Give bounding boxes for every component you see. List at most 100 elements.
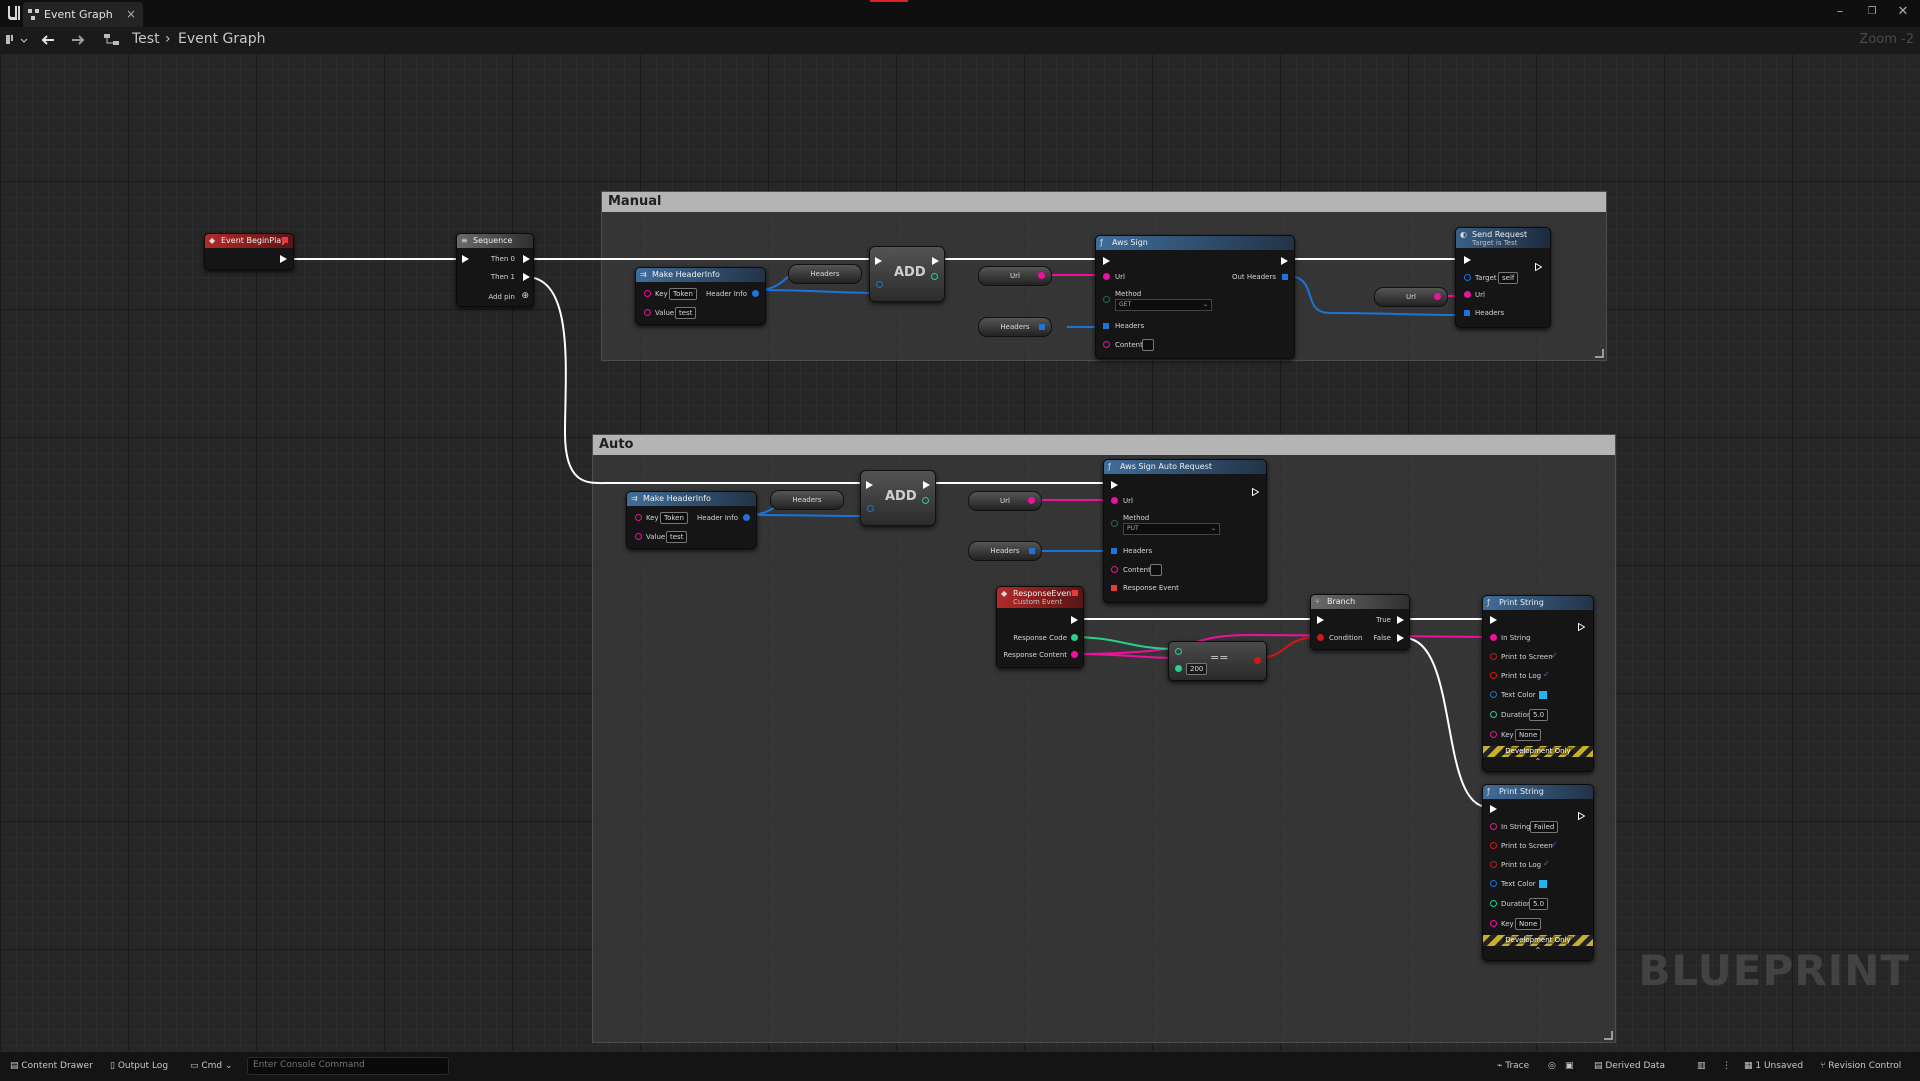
method-select[interactable]: PUT ⌄ <box>1123 523 1220 535</box>
array-input-pin[interactable] <box>867 505 874 512</box>
aws-sign-node[interactable]: ƒ Aws Sign Url Out Headers Method GET ⌄ He… <box>1095 235 1295 359</box>
url-variable-node[interactable]: Url <box>978 266 1052 286</box>
content-pin[interactable] <box>1103 341 1110 348</box>
collapse-caret-icon[interactable]: ⌃ <box>1483 757 1593 766</box>
camera-icon[interactable]: ▣ <box>1565 1061 1574 1071</box>
text-color-pin[interactable] <box>1490 880 1497 887</box>
exec-input-pin[interactable] <box>1490 805 1497 813</box>
exec-input-pin[interactable] <box>1103 257 1110 265</box>
url-pin[interactable] <box>1103 273 1110 280</box>
record-icon[interactable]: ◎ <box>1548 1061 1556 1071</box>
value-input[interactable]: test <box>675 307 697 319</box>
output-log-button[interactable]: ▯ Output Log <box>110 1061 168 1071</box>
url-variable-node[interactable]: Url <box>968 491 1042 511</box>
checkbox-checked-icon[interactable]: ✓ <box>1543 670 1550 679</box>
response-code-pin[interactable] <box>1071 634 1078 641</box>
exec-output-pin[interactable] <box>280 255 287 263</box>
key-pin[interactable] <box>1490 731 1497 738</box>
collapse-caret-icon[interactable]: ⌃ <box>1483 946 1593 955</box>
exec-input-pin[interactable] <box>1111 481 1118 489</box>
stats-icon[interactable]: ▥ <box>1697 1061 1706 1071</box>
revision-control-button[interactable]: ⑂ Revision Control <box>1820 1061 1901 1071</box>
in-string-pin[interactable] <box>1490 634 1497 641</box>
exec-output-pin[interactable] <box>1578 805 1586 821</box>
duration-input[interactable]: 5.0 <box>1529 898 1549 910</box>
value-pin[interactable] <box>644 309 651 316</box>
trace-button[interactable]: ⌁ Trace <box>1497 1061 1529 1071</box>
console-command-field[interactable] <box>247 1057 449 1075</box>
unreal-logo-icon[interactable] <box>5 3 23 23</box>
key-pin[interactable] <box>635 514 642 521</box>
response-event-pin[interactable] <box>1111 585 1117 591</box>
method-select[interactable]: GET ⌄ <box>1115 299 1212 311</box>
content-drawer-button[interactable]: ▤ Content Drawer <box>10 1061 93 1071</box>
more-options-icon[interactable]: ⋮ <box>1722 1061 1731 1071</box>
print-to-screen-pin[interactable] <box>1490 653 1497 660</box>
text-color-pin[interactable] <box>1490 691 1497 698</box>
in-string-input[interactable]: Failed <box>1530 821 1559 833</box>
headers-pin[interactable] <box>1464 310 1470 316</box>
maximize-button[interactable]: ❐ <box>1862 6 1882 17</box>
aws-sign-auto-request-node[interactable]: ƒ Aws Sign Auto Request Url Method PUT ⌄ H… <box>1103 459 1267 603</box>
duration-pin[interactable] <box>1490 711 1497 718</box>
url-output-pin[interactable] <box>1038 272 1045 279</box>
target-input[interactable]: self <box>1498 272 1519 284</box>
key-input[interactable]: None <box>1515 918 1542 930</box>
header-info-pin[interactable] <box>743 514 750 521</box>
bool-output-pin[interactable] <box>1254 657 1261 664</box>
send-request-node[interactable]: ◐ Send Request Target is Test Target self … <box>1455 227 1551 328</box>
headers-pin[interactable] <box>1111 548 1117 554</box>
color-swatch[interactable] <box>1539 880 1547 888</box>
exec-input-pin[interactable] <box>1317 616 1324 624</box>
exec-output-pin[interactable] <box>1252 481 1260 497</box>
key-input[interactable]: None <box>1515 729 1542 741</box>
response-content-pin[interactable] <box>1071 651 1078 658</box>
a-input-pin[interactable] <box>1175 648 1182 655</box>
add-node-manual[interactable]: ADD <box>869 246 945 302</box>
false-pin[interactable] <box>1397 634 1404 642</box>
back-arrow-icon[interactable] <box>40 32 56 48</box>
color-swatch[interactable] <box>1539 691 1547 699</box>
key-input[interactable]: Token <box>669 288 697 300</box>
b-input-pin[interactable] <box>1175 665 1182 672</box>
event-beginplay-node[interactable]: ◆ Event BeginPlay <box>204 233 294 270</box>
b-value-input[interactable]: 200 <box>1186 663 1208 675</box>
exec-output-pin[interactable] <box>1535 256 1543 272</box>
unsaved-button[interactable]: ▦ 1 Unsaved <box>1744 1061 1803 1071</box>
branch-node[interactable]: ⑂ Branch True Condition False <box>1310 594 1410 650</box>
value-input[interactable]: test <box>666 531 688 543</box>
graph-canvas[interactable]: Manual Auto ◆ Event BeginPlay ≡ Sequence… <box>0 53 1920 1051</box>
headers-variable-node[interactable]: Headers <box>978 317 1052 337</box>
print-string-node-2[interactable]: ƒ Print String In String Failed Print to … <box>1482 784 1594 961</box>
hierarchy-icon[interactable] <box>103 32 121 48</box>
sequence-node[interactable]: ≡ Sequence Then 0 Then 1 Add pin ⊕ <box>456 233 534 307</box>
then1-pin[interactable] <box>523 273 530 281</box>
target-pin[interactable] <box>1464 274 1471 281</box>
exec-input-pin[interactable] <box>462 255 469 263</box>
headers-variable-node[interactable]: Headers <box>770 490 844 510</box>
url-output-pin[interactable] <box>1028 497 1035 504</box>
exec-input-pin[interactable] <box>866 481 873 489</box>
minimize-button[interactable]: – <box>1830 4 1850 19</box>
url-pin[interactable] <box>1464 291 1471 298</box>
print-to-screen-pin[interactable] <box>1490 842 1497 849</box>
tab-close-icon[interactable]: × <box>126 7 136 21</box>
key-pin[interactable] <box>644 290 651 297</box>
checkbox-checked-icon[interactable]: ✓ <box>1551 840 1558 849</box>
exec-input-pin[interactable] <box>875 257 882 265</box>
exec-output-pin[interactable] <box>932 257 939 265</box>
close-button[interactable]: ✕ <box>1893 4 1913 19</box>
response-event-node[interactable]: ◆ ResponseEvent Custom Event Response Code… <box>996 586 1084 668</box>
url-pin[interactable] <box>1111 497 1118 504</box>
url-variable-node[interactable]: Url <box>1374 287 1448 307</box>
forward-arrow-icon[interactable] <box>70 32 86 48</box>
headers-variable-node[interactable]: Headers <box>788 264 862 284</box>
print-to-log-pin[interactable] <box>1490 672 1497 679</box>
content-pin[interactable] <box>1111 566 1118 573</box>
index-output-pin[interactable] <box>931 273 938 280</box>
key-input[interactable]: Token <box>660 512 688 524</box>
headers-output-pin[interactable] <box>1029 548 1035 554</box>
headers-output-pin[interactable] <box>1039 324 1045 330</box>
print-string-node-1[interactable]: ƒ Print String In String Print to Screen … <box>1482 595 1594 772</box>
add-node-auto[interactable]: ADD <box>860 470 936 526</box>
